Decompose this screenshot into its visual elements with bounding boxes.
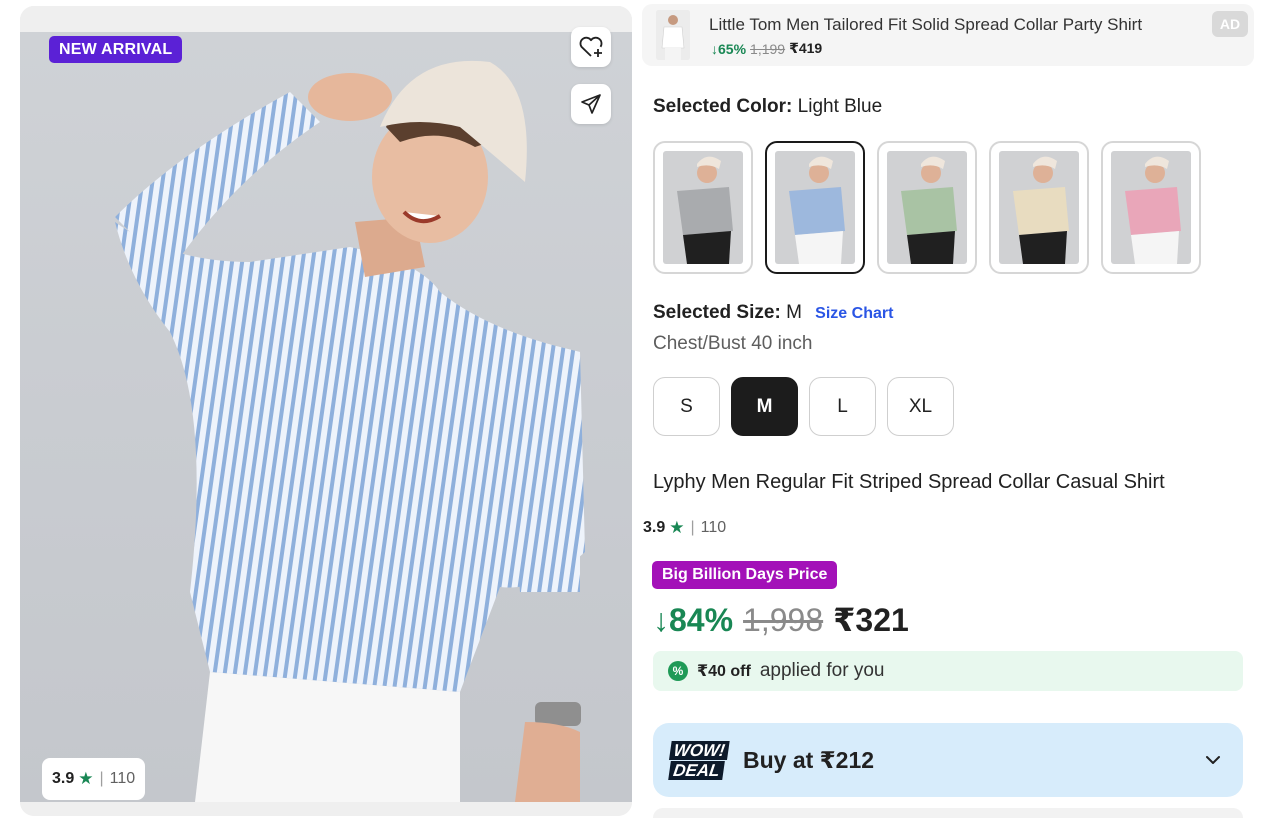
coupon-applied-banner: % ₹40 off applied for you — [653, 651, 1243, 691]
size-option-m[interactable]: M — [731, 377, 798, 436]
share-button[interactable] — [571, 84, 611, 124]
ad-discount: ↓65% — [711, 40, 747, 57]
rating-value: 3.9 — [52, 770, 75, 787]
price-row: ↓84% 1,998 ₹321 — [653, 601, 909, 639]
rating-separator: | — [99, 770, 104, 787]
size-label-prefix: Selected Size: — [653, 302, 781, 323]
rating-value: 3.9 — [643, 519, 666, 536]
chevron-down-icon[interactable] — [1203, 750, 1223, 770]
color-swatches — [653, 141, 1201, 274]
product-rating[interactable]: 3.9 ★ | 110 — [643, 518, 726, 538]
discount-percent-icon: % — [668, 661, 688, 681]
color-label-prefix: Selected Color: — [653, 96, 793, 117]
sponsored-product-bar[interactable]: Little Tom Men Tailored Fit Solid Spread… — [642, 4, 1254, 66]
color-swatch[interactable] — [877, 141, 977, 274]
ad-product-thumbnail — [656, 10, 690, 60]
product-image-gallery[interactable]: NEW ARRIVAL 3.9 ★ | 110 — [20, 6, 632, 816]
size-option-l[interactable]: L — [809, 377, 876, 436]
product-title: Lyphy Men Regular Fit Striped Spread Col… — [653, 471, 1165, 493]
selected-size-label: Selected Size: M Size Chart — [653, 302, 893, 324]
color-swatch[interactable] — [1101, 141, 1201, 274]
coupon-text: applied for you — [759, 660, 885, 681]
ad-tag: AD — [1212, 11, 1248, 37]
size-measurement: Chest/Bust 40 inch — [653, 333, 813, 354]
ad-mrp: 1,199 — [750, 40, 786, 57]
selected-color-value: Light Blue — [797, 96, 883, 117]
selected-size-value: M — [786, 302, 802, 323]
ad-product-price: ↓65% 1,199 ₹419 — [711, 40, 822, 57]
sale-event-badge: Big Billion Days Price — [652, 561, 838, 589]
wishlist-button[interactable] — [571, 27, 611, 67]
rating-count: 110 — [700, 519, 727, 536]
size-options: S M L XL — [653, 377, 954, 436]
size-option-s[interactable]: S — [653, 377, 720, 436]
rating-count: 110 — [109, 770, 136, 787]
star-icon: ★ — [78, 769, 94, 788]
image-rating-chip[interactable]: 3.9 ★ | 110 — [42, 758, 146, 800]
model-illustration — [115, 60, 585, 802]
new-arrival-badge: NEW ARRIVAL — [49, 36, 183, 63]
deal-price-text: Buy at ₹212 — [743, 746, 875, 773]
rating-separator: | — [690, 519, 695, 536]
next-section-edge — [653, 808, 1243, 818]
ad-final-price: ₹419 — [789, 40, 823, 56]
color-swatch[interactable] — [989, 141, 1089, 274]
mrp-price: 1,998 — [743, 602, 824, 638]
discount-percent: ↓84% — [653, 602, 734, 638]
gallery-bottom-strip — [20, 802, 632, 816]
color-swatch[interactable] — [765, 141, 865, 274]
gallery-top-strip — [20, 6, 632, 32]
product-photo[interactable] — [20, 32, 632, 802]
heart-plus-icon — [579, 36, 603, 57]
coupon-amount: ₹40 off — [697, 663, 751, 680]
size-chart-link[interactable]: Size Chart — [815, 305, 893, 322]
final-price: ₹321 — [833, 602, 909, 638]
share-icon — [581, 94, 601, 114]
color-swatch[interactable] — [653, 141, 753, 274]
selected-color-label: Selected Color: Light Blue — [653, 96, 882, 118]
wow-deal-banner[interactable]: WOW! DEAL Buy at ₹212 — [653, 723, 1243, 797]
ad-product-title: Little Tom Men Tailored Fit Solid Spread… — [709, 15, 1143, 34]
star-icon: ★ — [669, 518, 685, 537]
size-option-xl[interactable]: XL — [887, 377, 954, 436]
wow-deal-logo: WOW! DEAL — [661, 740, 735, 780]
